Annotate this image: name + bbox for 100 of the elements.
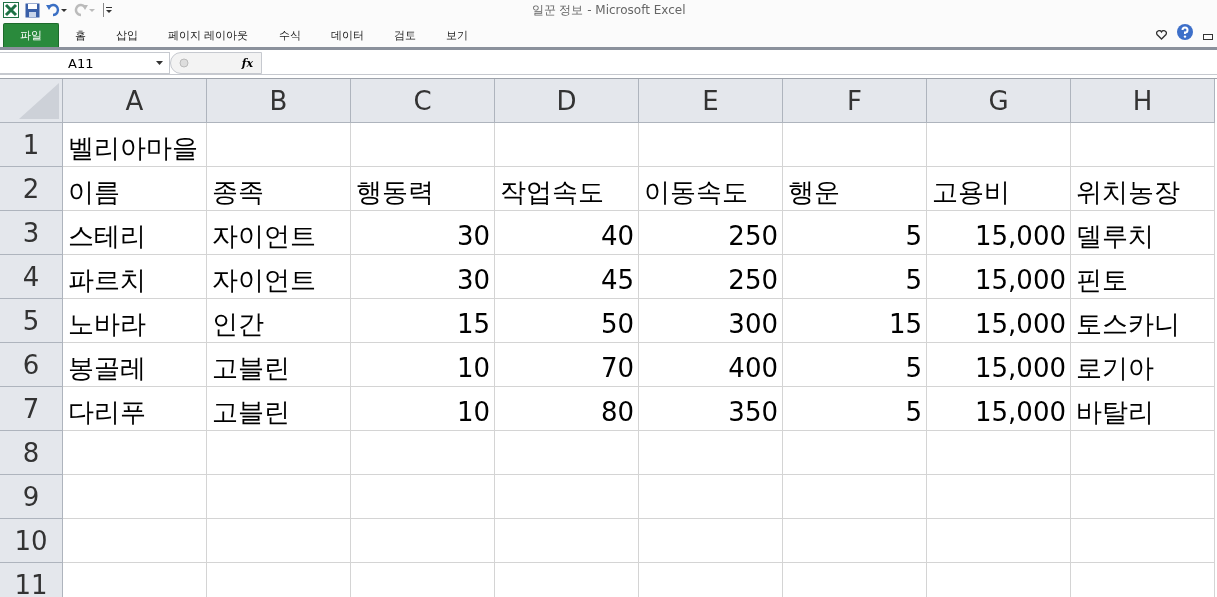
column-header[interactable]: A <box>63 79 207 123</box>
empty-cell[interactable] <box>207 431 351 475</box>
table-cell[interactable]: 15,000 <box>927 255 1071 299</box>
table-cell[interactable]: 250 <box>639 255 783 299</box>
undo-icon[interactable] <box>46 3 68 17</box>
table-cell[interactable]: 15 <box>351 299 495 343</box>
row-header[interactable]: 1 <box>0 123 63 167</box>
empty-cell[interactable] <box>927 475 1071 519</box>
table-cell[interactable]: 고블린 <box>207 387 351 431</box>
ribbon-tab[interactable]: 검토 <box>379 23 430 47</box>
table-cell[interactable]: 40 <box>495 211 639 255</box>
table-cell[interactable]: 자이언트 <box>207 211 351 255</box>
empty-cell[interactable] <box>495 475 639 519</box>
minimize-icon[interactable] <box>1203 34 1213 40</box>
empty-cell[interactable] <box>495 431 639 475</box>
empty-cell[interactable] <box>639 519 783 563</box>
insert-function-button[interactable]: fx <box>241 56 253 70</box>
table-cell[interactable]: 10 <box>351 343 495 387</box>
table-cell[interactable]: 70 <box>495 343 639 387</box>
table-cell[interactable]: 10 <box>351 387 495 431</box>
empty-cell[interactable] <box>495 519 639 563</box>
empty-cell[interactable] <box>783 475 927 519</box>
empty-cell[interactable] <box>639 475 783 519</box>
empty-cell[interactable] <box>639 431 783 475</box>
excel-icon[interactable] <box>3 2 19 18</box>
ribbon-tab[interactable]: 페이지 레이아웃 <box>154 23 263 47</box>
empty-cell[interactable] <box>1071 475 1215 519</box>
table-cell[interactable]: 인간 <box>207 299 351 343</box>
column-header[interactable]: G <box>927 79 1071 123</box>
empty-cell[interactable] <box>927 431 1071 475</box>
row-header[interactable]: 8 <box>0 431 63 475</box>
row-header[interactable]: 7 <box>0 387 63 431</box>
empty-cell[interactable] <box>783 519 927 563</box>
table-cell[interactable]: 고블린 <box>207 343 351 387</box>
ribbon-tab[interactable]: 데이터 <box>316 23 378 47</box>
table-cell[interactable]: 5 <box>783 387 927 431</box>
table-cell[interactable]: 5 <box>783 255 927 299</box>
table-cell[interactable]: 토스카니 <box>1071 299 1215 343</box>
column-header[interactable]: C <box>351 79 495 123</box>
ribbon-tab[interactable]: 보기 <box>431 23 482 47</box>
table-cell[interactable]: 5 <box>783 211 927 255</box>
table-cell[interactable]: 벨리아마을 <box>63 123 207 167</box>
ribbon-tab[interactable]: 수식 <box>264 23 315 47</box>
column-header[interactable]: H <box>1071 79 1215 123</box>
heart-icon[interactable] <box>1156 30 1167 40</box>
table-cell[interactable]: 봉골레 <box>63 343 207 387</box>
table-cell[interactable]: 5 <box>783 343 927 387</box>
row-header[interactable]: 10 <box>0 519 63 563</box>
table-cell[interactable]: 핀토 <box>1071 255 1215 299</box>
empty-cell[interactable] <box>927 123 1071 167</box>
table-cell[interactable]: 15 <box>783 299 927 343</box>
table-cell[interactable]: 400 <box>639 343 783 387</box>
table-cell[interactable]: 15,000 <box>927 299 1071 343</box>
empty-cell[interactable] <box>639 123 783 167</box>
ribbon-tab[interactable]: 삽입 <box>102 23 152 47</box>
table-cell[interactable]: 이름 <box>63 167 207 211</box>
empty-cell[interactable] <box>351 519 495 563</box>
empty-cell[interactable] <box>495 123 639 167</box>
file-tab[interactable]: 파일 <box>3 23 59 47</box>
column-header[interactable]: F <box>783 79 927 123</box>
empty-cell[interactable] <box>351 123 495 167</box>
row-header[interactable]: 3 <box>0 211 63 255</box>
empty-cell[interactable] <box>783 431 927 475</box>
table-cell[interactable]: 350 <box>639 387 783 431</box>
table-cell[interactable]: 45 <box>495 255 639 299</box>
empty-cell[interactable] <box>207 475 351 519</box>
help-icon[interactable] <box>1177 24 1193 40</box>
empty-cell[interactable] <box>351 431 495 475</box>
column-header[interactable]: D <box>495 79 639 123</box>
empty-cell[interactable] <box>207 519 351 563</box>
table-cell[interactable]: 자이언트 <box>207 255 351 299</box>
table-cell[interactable]: 30 <box>351 255 495 299</box>
save-icon[interactable] <box>25 2 40 18</box>
empty-cell[interactable] <box>927 519 1071 563</box>
row-header[interactable]: 2 <box>0 167 63 211</box>
table-cell[interactable]: 80 <box>495 387 639 431</box>
table-cell[interactable]: 델루치 <box>1071 211 1215 255</box>
table-cell[interactable]: 250 <box>639 211 783 255</box>
table-cell[interactable]: 다리푸 <box>63 387 207 431</box>
ribbon-tab[interactable]: 홈 <box>61 23 100 47</box>
row-header[interactable]: 6 <box>0 343 63 387</box>
table-cell[interactable]: 15,000 <box>927 343 1071 387</box>
table-cell[interactable]: 로기아 <box>1071 343 1215 387</box>
row-header[interactable]: 11 <box>0 563 63 597</box>
column-header[interactable]: E <box>639 79 783 123</box>
column-header[interactable]: B <box>207 79 351 123</box>
name-box[interactable]: A11 <box>0 52 170 74</box>
table-cell[interactable]: 행운 <box>783 167 927 211</box>
redo-icon[interactable] <box>74 3 96 17</box>
table-cell[interactable]: 300 <box>639 299 783 343</box>
empty-cell[interactable] <box>351 475 495 519</box>
table-cell[interactable]: 위치농장 <box>1071 167 1215 211</box>
table-cell[interactable]: 행동력 <box>351 167 495 211</box>
table-cell[interactable]: 50 <box>495 299 639 343</box>
table-cell[interactable]: 30 <box>351 211 495 255</box>
empty-cell[interactable] <box>207 123 351 167</box>
table-cell[interactable]: 작업속도 <box>495 167 639 211</box>
table-cell[interactable]: 15,000 <box>927 387 1071 431</box>
customize-icon[interactable] <box>102 3 112 17</box>
table-cell[interactable]: 바탈리 <box>1071 387 1215 431</box>
